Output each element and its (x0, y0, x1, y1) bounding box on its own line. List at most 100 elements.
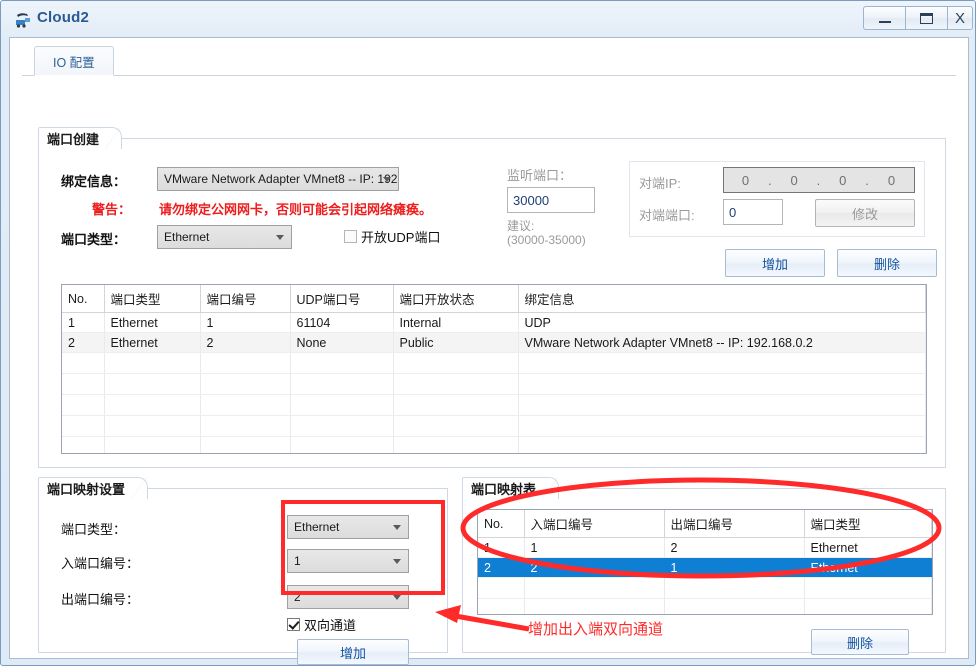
map-col-no: No. (478, 510, 525, 538)
checkbox-checked-icon (287, 618, 300, 631)
table-row[interactable]: 1 Ethernet 1 61104 Internal UDP (62, 312, 926, 333)
modify-button-label: 修改 (851, 206, 878, 222)
table-row-empty (62, 352, 926, 374)
map-out-port-label: 出端口编号： (61, 592, 140, 607)
port-cell-type: Ethernet (104, 332, 201, 353)
port-cell-binding: VMware Network Adapter VMnet8 -- IP: 192… (518, 332, 926, 353)
map-col-in: 入端口编号 (524, 510, 665, 538)
listen-port-value: 30000 (513, 192, 550, 208)
peer-ip-octet-3: 0 (839, 172, 848, 188)
binding-info-label: 绑定信息： (61, 174, 127, 189)
port-cell-state: Internal (393, 312, 519, 333)
close-button[interactable]: X (947, 6, 973, 30)
mapping-settings-group: 端口映射设置 端口类型： Ethernet 入端口编号： 1 出端口编号： 2 … (38, 477, 448, 665)
port-col-udp: UDP端口号 (290, 285, 394, 313)
port-cell-udp: 61104 (290, 312, 394, 333)
map-cell-in: 1 (524, 537, 665, 558)
empty-cell (290, 373, 394, 395)
empty-cell (104, 352, 201, 374)
empty-cell (200, 436, 291, 453)
empty-cell (518, 373, 926, 395)
add-mapping-button[interactable]: 增加 (297, 639, 409, 665)
peer-ip-dot-3: . (865, 172, 870, 188)
warning-text: 请勿绑定公网网卡，否则可能会引起网络瘫痪。 (159, 202, 433, 217)
tab-io-config[interactable]: IO 配置 (34, 46, 114, 76)
map-out-port-value: 2 (294, 590, 301, 604)
modify-button[interactable]: 修改 (815, 199, 915, 227)
empty-cell (200, 415, 291, 437)
empty-cell (664, 598, 805, 614)
peer-ip-input[interactable]: 0 . 0 . 0 . 0 (723, 167, 915, 193)
map-port-type-label: 端口类型： (61, 522, 127, 537)
empty-cell (518, 436, 926, 453)
suggest-label: 建议: (507, 219, 535, 233)
bidirectional-channel-checkbox[interactable]: 双向通道 (287, 615, 356, 634)
empty-cell (393, 415, 519, 437)
port-cell-number: 1 (200, 312, 291, 333)
empty-cell (62, 436, 105, 453)
map-port-type-select[interactable]: Ethernet (287, 515, 409, 539)
delete-mapping-button-label: 删除 (846, 635, 873, 651)
empty-cell (664, 577, 805, 599)
port-cell-number: 2 (200, 332, 291, 353)
map-cell-no: 1 (478, 537, 525, 558)
peer-port-value: 0 (729, 204, 737, 220)
port-col-no: No. (62, 285, 105, 313)
empty-cell (200, 394, 291, 416)
map-col-type: 端口类型 (804, 510, 932, 538)
minimize-button[interactable] (863, 6, 905, 30)
open-udp-port-checkbox[interactable]: 开放UDP端口 (344, 227, 440, 246)
minimize-icon (878, 21, 891, 23)
delete-mapping-button[interactable]: 删除 (811, 629, 909, 655)
map-out-port-select[interactable]: 2 (287, 585, 409, 609)
empty-cell (804, 577, 932, 599)
empty-cell (393, 436, 519, 453)
empty-cell (518, 394, 926, 416)
listen-port-input[interactable]: 30000 (507, 187, 595, 213)
empty-cell (478, 577, 525, 599)
maximize-icon (920, 12, 933, 24)
empty-cell (200, 352, 291, 374)
add-port-button[interactable]: 增加 (725, 249, 825, 277)
close-icon: X (954, 9, 965, 27)
empty-cell (104, 394, 201, 416)
delete-port-button[interactable]: 删除 (837, 249, 937, 277)
peer-port-input[interactable]: 0 (723, 199, 783, 225)
empty-cell (290, 415, 394, 437)
bidirectional-channel-label: 双向通道 (304, 618, 357, 633)
binding-info-value: VMware Network Adapter VMnet8 -- IP: 192… (164, 172, 399, 186)
port-cell-no: 2 (62, 332, 105, 353)
empty-cell (804, 598, 932, 614)
port-cell-type: Ethernet (104, 312, 201, 333)
open-udp-port-label: 开放UDP端口 (361, 230, 441, 245)
port-type-select[interactable]: Ethernet (157, 225, 292, 249)
empty-cell (104, 436, 201, 453)
port-table-header-row: No. 端口类型 端口编号 UDP端口号 端口开放状态 绑定信息 (62, 285, 926, 313)
map-cell-in: 2 (524, 557, 665, 578)
binding-info-select[interactable]: VMware Network Adapter VMnet8 -- IP: 192… (157, 167, 399, 191)
table-row-selected[interactable]: 2 2 1 Ethernet (478, 557, 932, 578)
mapping-table[interactable]: No. 入端口编号 出端口编号 端口类型 1 1 2 Ethernet 2 2 … (477, 509, 933, 615)
port-cell-no: 1 (62, 312, 105, 333)
peer-ip-octet-2: 0 (790, 172, 799, 188)
port-table[interactable]: No. 端口类型 端口编号 UDP端口号 端口开放状态 绑定信息 1 Ether… (61, 284, 927, 454)
mapping-settings-group-title: 端口映射设置 (38, 477, 149, 499)
table-row[interactable]: 1 1 2 Ethernet (478, 537, 932, 558)
port-cell-state: Public (393, 332, 519, 353)
empty-cell (393, 373, 519, 395)
peer-ip-dot-1: . (768, 172, 773, 188)
warning-label: 警告： (92, 202, 132, 217)
window-title: Cloud2 (37, 9, 90, 26)
map-port-type-value: Ethernet (294, 520, 340, 534)
empty-cell (524, 598, 665, 614)
table-row[interactable]: 2 Ethernet 2 None Public VMware Network … (62, 332, 926, 353)
table-row-empty (62, 394, 926, 416)
maximize-button[interactable] (905, 6, 947, 30)
app-window: Cloud2 X IO 配置 端口创建 绑定信息： VMware Network… (0, 0, 976, 666)
port-create-group: 端口创建 绑定信息： VMware Network Adapter VMnet8… (38, 127, 946, 468)
tab-strip: IO 配置 (22, 46, 956, 76)
listen-port-label: 监听端口： (507, 168, 573, 183)
empty-cell (393, 352, 519, 374)
empty-cell (62, 415, 105, 437)
map-in-port-select[interactable]: 1 (287, 549, 409, 573)
